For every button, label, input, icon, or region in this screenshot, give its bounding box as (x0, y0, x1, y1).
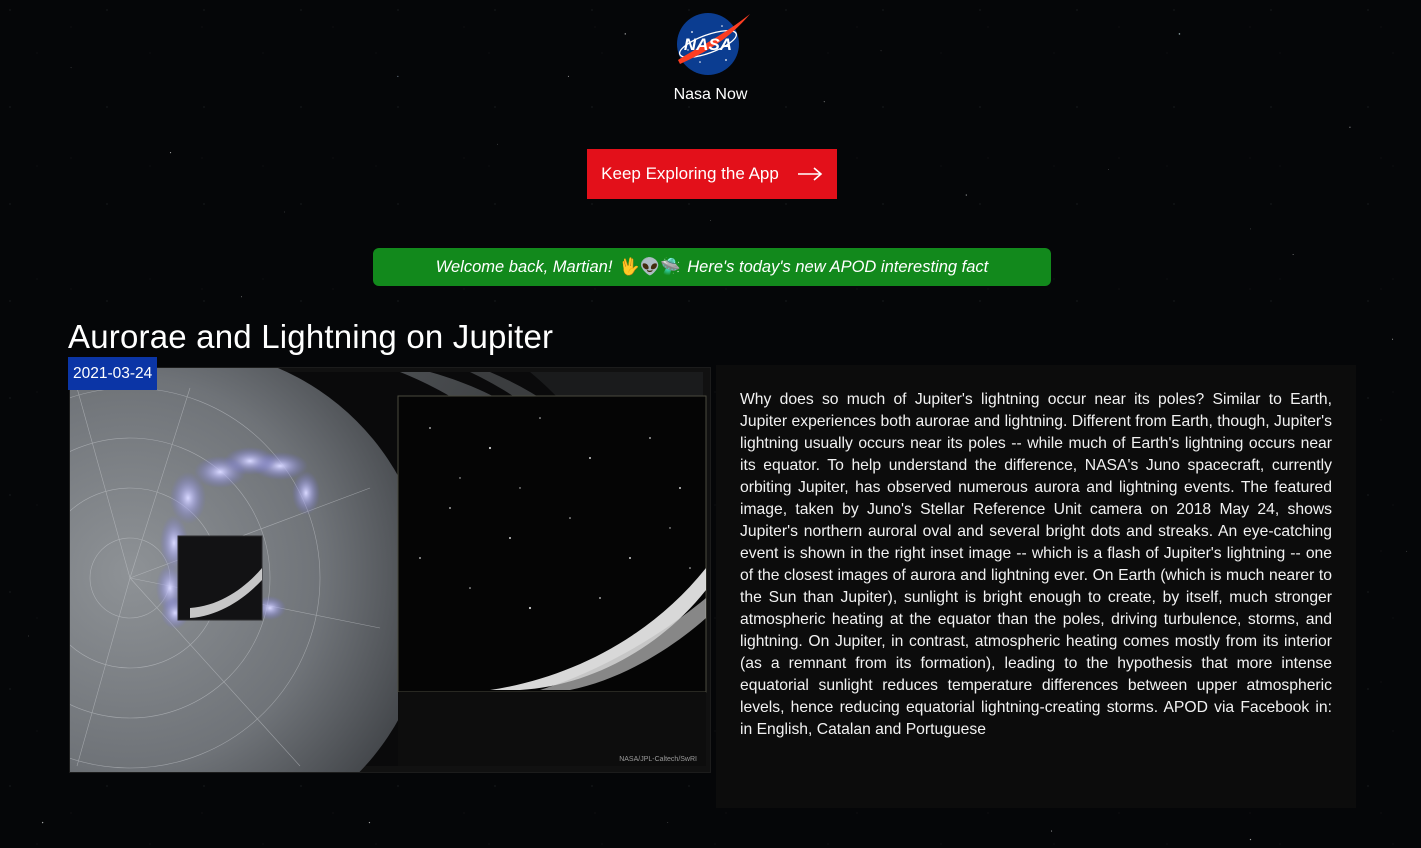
arrow-right-icon (797, 167, 823, 181)
apod-title: Aurorae and Lightning on Jupiter (68, 318, 554, 355)
page: NASA Nasa Now Keep Exploring the App Wel… (0, 0, 1421, 848)
brand-name: Nasa Now (673, 86, 748, 103)
welcome-emojis: 🖖👽🛸 (619, 257, 681, 276)
header: NASA Nasa Now (0, 10, 1421, 104)
keep-exploring-label: Keep Exploring the App (601, 164, 779, 183)
jupiter-aurora-image: NASA/JPL-Caltech/SwRI (70, 368, 707, 772)
description-panel: Why does so much of Jupiter's lightning … (716, 365, 1356, 808)
apod-description: Why does so much of Jupiter's lightning … (740, 391, 1332, 738)
image-credit: NASA/JPL-Caltech/SwRI (619, 756, 697, 763)
welcome-text: Welcome back, Martian! (435, 257, 613, 276)
apod-image[interactable]: NASA/JPL-Caltech/SwRI (70, 368, 710, 772)
welcome-banner: Welcome back, Martian! 🖖👽🛸 Here's today'… (373, 248, 1051, 286)
nasa-logo-icon[interactable]: NASA (672, 10, 750, 78)
nasa-logo-text: NASA (683, 35, 731, 54)
welcome-fact-text: Here's today's new APOD interesting fact (687, 257, 989, 276)
keep-exploring-button[interactable]: Keep Exploring the App (587, 149, 837, 199)
apod-date-badge: 2021-03-24 (68, 357, 158, 390)
